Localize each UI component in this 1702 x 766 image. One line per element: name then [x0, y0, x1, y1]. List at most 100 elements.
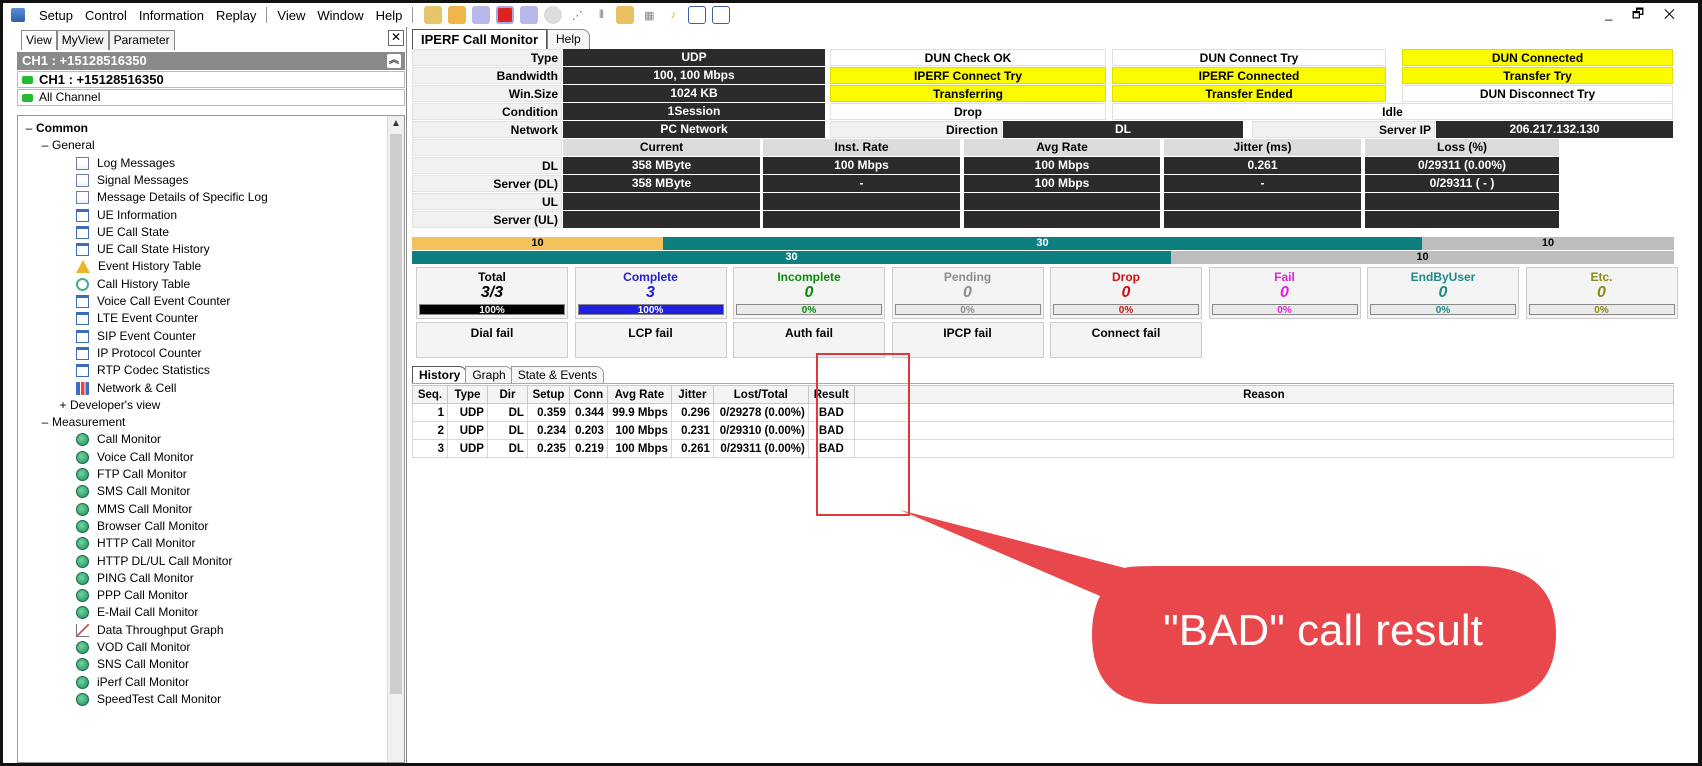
stat-box-total: Total 3/3 100%: [416, 267, 568, 319]
stat-title: Etc.: [1590, 270, 1613, 284]
network-icon[interactable]: ▦: [640, 6, 658, 24]
folder-icon[interactable]: [448, 6, 467, 24]
history-header-row: Seq. Type Dir Setup Conn Avg Rate Jitter Lost/T…: [412, 385, 1675, 404]
tree-item[interactable]: PPP Call Monitor: [76, 587, 188, 604]
tree-item[interactable]: RTP Codec Statistics: [76, 362, 210, 379]
win-icon: [76, 364, 89, 378]
menu-help[interactable]: Help: [370, 8, 409, 23]
open-icon[interactable]: [424, 6, 443, 24]
tree-item[interactable]: MMS Call Monitor: [76, 501, 192, 518]
pause-icon[interactable]: [520, 6, 539, 24]
win-icon: [76, 225, 89, 239]
tree-group-developers-view[interactable]: + Developer's view: [56, 397, 160, 414]
tree-item[interactable]: Browser Call Monitor: [76, 518, 208, 535]
tree-item[interactable]: IP Protocol Counter: [76, 345, 202, 362]
stop-icon[interactable]: [544, 6, 563, 24]
menu-replay[interactable]: Replay: [210, 8, 262, 23]
tree-group-measurement[interactable]: – Measurement: [38, 414, 126, 431]
tab-view[interactable]: View: [21, 30, 57, 50]
history-column-header[interactable]: Avg Rate: [606, 385, 672, 404]
tab-history[interactable]: History: [412, 366, 468, 383]
history-column-header[interactable]: Jitter: [670, 385, 714, 404]
window-controls[interactable]: _ 🗗 ✕: [1605, 5, 1683, 27]
menu-control[interactable]: Control: [79, 8, 133, 23]
tree-item[interactable]: UE Information: [76, 207, 177, 224]
history-column-header[interactable]: Seq.: [412, 385, 448, 404]
tab-help[interactable]: Help: [547, 29, 590, 49]
tree-item[interactable]: LTE Event Counter: [76, 310, 198, 327]
history-column-header[interactable]: Setup: [526, 385, 570, 404]
history-column-header[interactable]: Conn: [568, 385, 608, 404]
expander-icon[interactable]: –: [22, 120, 36, 137]
tree-group-common[interactable]: – Common: [22, 120, 88, 137]
tree-item[interactable]: Log Messages: [76, 155, 175, 172]
history-column-header[interactable]: Dir: [486, 385, 528, 404]
tree-item[interactable]: SIP Event Counter: [76, 328, 196, 345]
menu-information[interactable]: Information: [133, 8, 210, 23]
equalizer-icon[interactable]: ⫴: [592, 6, 610, 24]
tree-item[interactable]: Event History Table: [76, 258, 201, 275]
record-icon[interactable]: [496, 6, 515, 24]
tree-item[interactable]: Network & Cell: [76, 380, 176, 397]
tab-myview[interactable]: MyView: [56, 30, 109, 50]
tree-item[interactable]: Voice Call Monitor: [76, 449, 194, 466]
table-row[interactable]: 3 UDP DL 0.235 0.219 100 Mbps 0.261 0/29311 (0.…: [412, 439, 1675, 458]
tree-item[interactable]: FTP Call Monitor: [76, 466, 187, 483]
play-icon[interactable]: [472, 6, 491, 24]
split-horizontal-icon[interactable]: [712, 6, 731, 24]
tree-item-label: SIP Event Counter: [97, 328, 197, 343]
tab-parameter[interactable]: Parameter: [108, 30, 175, 50]
expander-icon[interactable]: +: [56, 397, 70, 414]
tree-item[interactable]: SMS Call Monitor: [76, 483, 190, 500]
tab-graph[interactable]: Graph: [465, 366, 513, 383]
menu-setup[interactable]: Setup: [33, 8, 79, 23]
tree-item[interactable]: UE Call State: [76, 224, 169, 241]
tree-item[interactable]: Data Throughput Graph: [76, 622, 224, 639]
tree-item-label: Voice Call Monitor: [97, 449, 194, 464]
close-panel-icon[interactable]: ✕: [388, 30, 404, 46]
collapse-icon[interactable]: ︽: [387, 54, 401, 68]
expander-icon[interactable]: –: [38, 137, 52, 154]
table-cell: 0.261: [670, 439, 714, 458]
tree-item[interactable]: Message Details of Specific Log: [76, 189, 268, 206]
tree-item[interactable]: Signal Messages: [76, 172, 188, 189]
menu-window[interactable]: Window: [311, 8, 369, 23]
scroll-thumb[interactable]: [390, 134, 402, 694]
tree-item[interactable]: Call Monitor: [76, 431, 161, 448]
selected-channel-header[interactable]: CH1 : +15128516350 ︽: [17, 52, 405, 70]
menu-view[interactable]: View: [271, 8, 311, 23]
tab-iperf-call-monitor[interactable]: IPERF Call Monitor: [412, 29, 547, 49]
tree-item[interactable]: HTTP DL/UL Call Monitor: [76, 553, 232, 570]
tree-item[interactable]: VOD Call Monitor: [76, 639, 190, 656]
tree-item[interactable]: E-Mail Call Monitor: [76, 604, 198, 621]
tree-scrollbar[interactable]: ▲: [387, 116, 404, 762]
tree-item[interactable]: HTTP Call Monitor: [76, 535, 195, 552]
progress-segment: 10: [1171, 251, 1674, 264]
menu-bar: Setup Control Information Replay View Wi…: [3, 3, 1697, 27]
tree-item[interactable]: Call History Table: [76, 276, 190, 293]
history-column-header[interactable]: Reason: [853, 385, 1675, 404]
expander-icon[interactable]: –: [38, 414, 52, 431]
table-row[interactable]: 1 UDP DL 0.359 0.344 99.9 Mbps 0.296 0/29278 (0…: [412, 403, 1675, 422]
tree-item[interactable]: Voice Call Event Counter: [76, 293, 230, 310]
stat-box-drop: Drop 0 0%: [1050, 267, 1202, 319]
split-vertical-icon[interactable]: [688, 6, 707, 24]
tab-state-events[interactable]: State & Events: [510, 366, 605, 383]
tree-item[interactable]: SNS Call Monitor: [76, 656, 189, 673]
all-channel-item[interactable]: All Channel: [17, 89, 405, 106]
metric-value: 358 MByte: [563, 157, 760, 174]
tree-item[interactable]: SpeedTest Call Monitor: [76, 691, 221, 708]
tree-item[interactable]: UE Call State History: [76, 241, 210, 258]
lock-icon[interactable]: [616, 6, 635, 24]
bell-icon[interactable]: ♪: [664, 6, 682, 24]
filter-icon[interactable]: ⋰: [568, 6, 586, 24]
table-row[interactable]: 2 UDP DL 0.234 0.203 100 Mbps 0.231 0/29310 (0.…: [412, 421, 1675, 440]
tree-item[interactable]: iPerf Call Monitor: [76, 674, 189, 691]
history-column-header[interactable]: Lost/Total: [712, 385, 809, 404]
tree-item[interactable]: PING Call Monitor: [76, 570, 194, 587]
channel-item[interactable]: CH1 : +15128516350: [17, 71, 405, 88]
scroll-up-icon[interactable]: ▲: [391, 118, 401, 129]
metric-column-header: Inst. Rate: [763, 139, 960, 156]
history-column-header[interactable]: Type: [446, 385, 488, 404]
tree-group-general[interactable]: – General: [38, 137, 95, 154]
